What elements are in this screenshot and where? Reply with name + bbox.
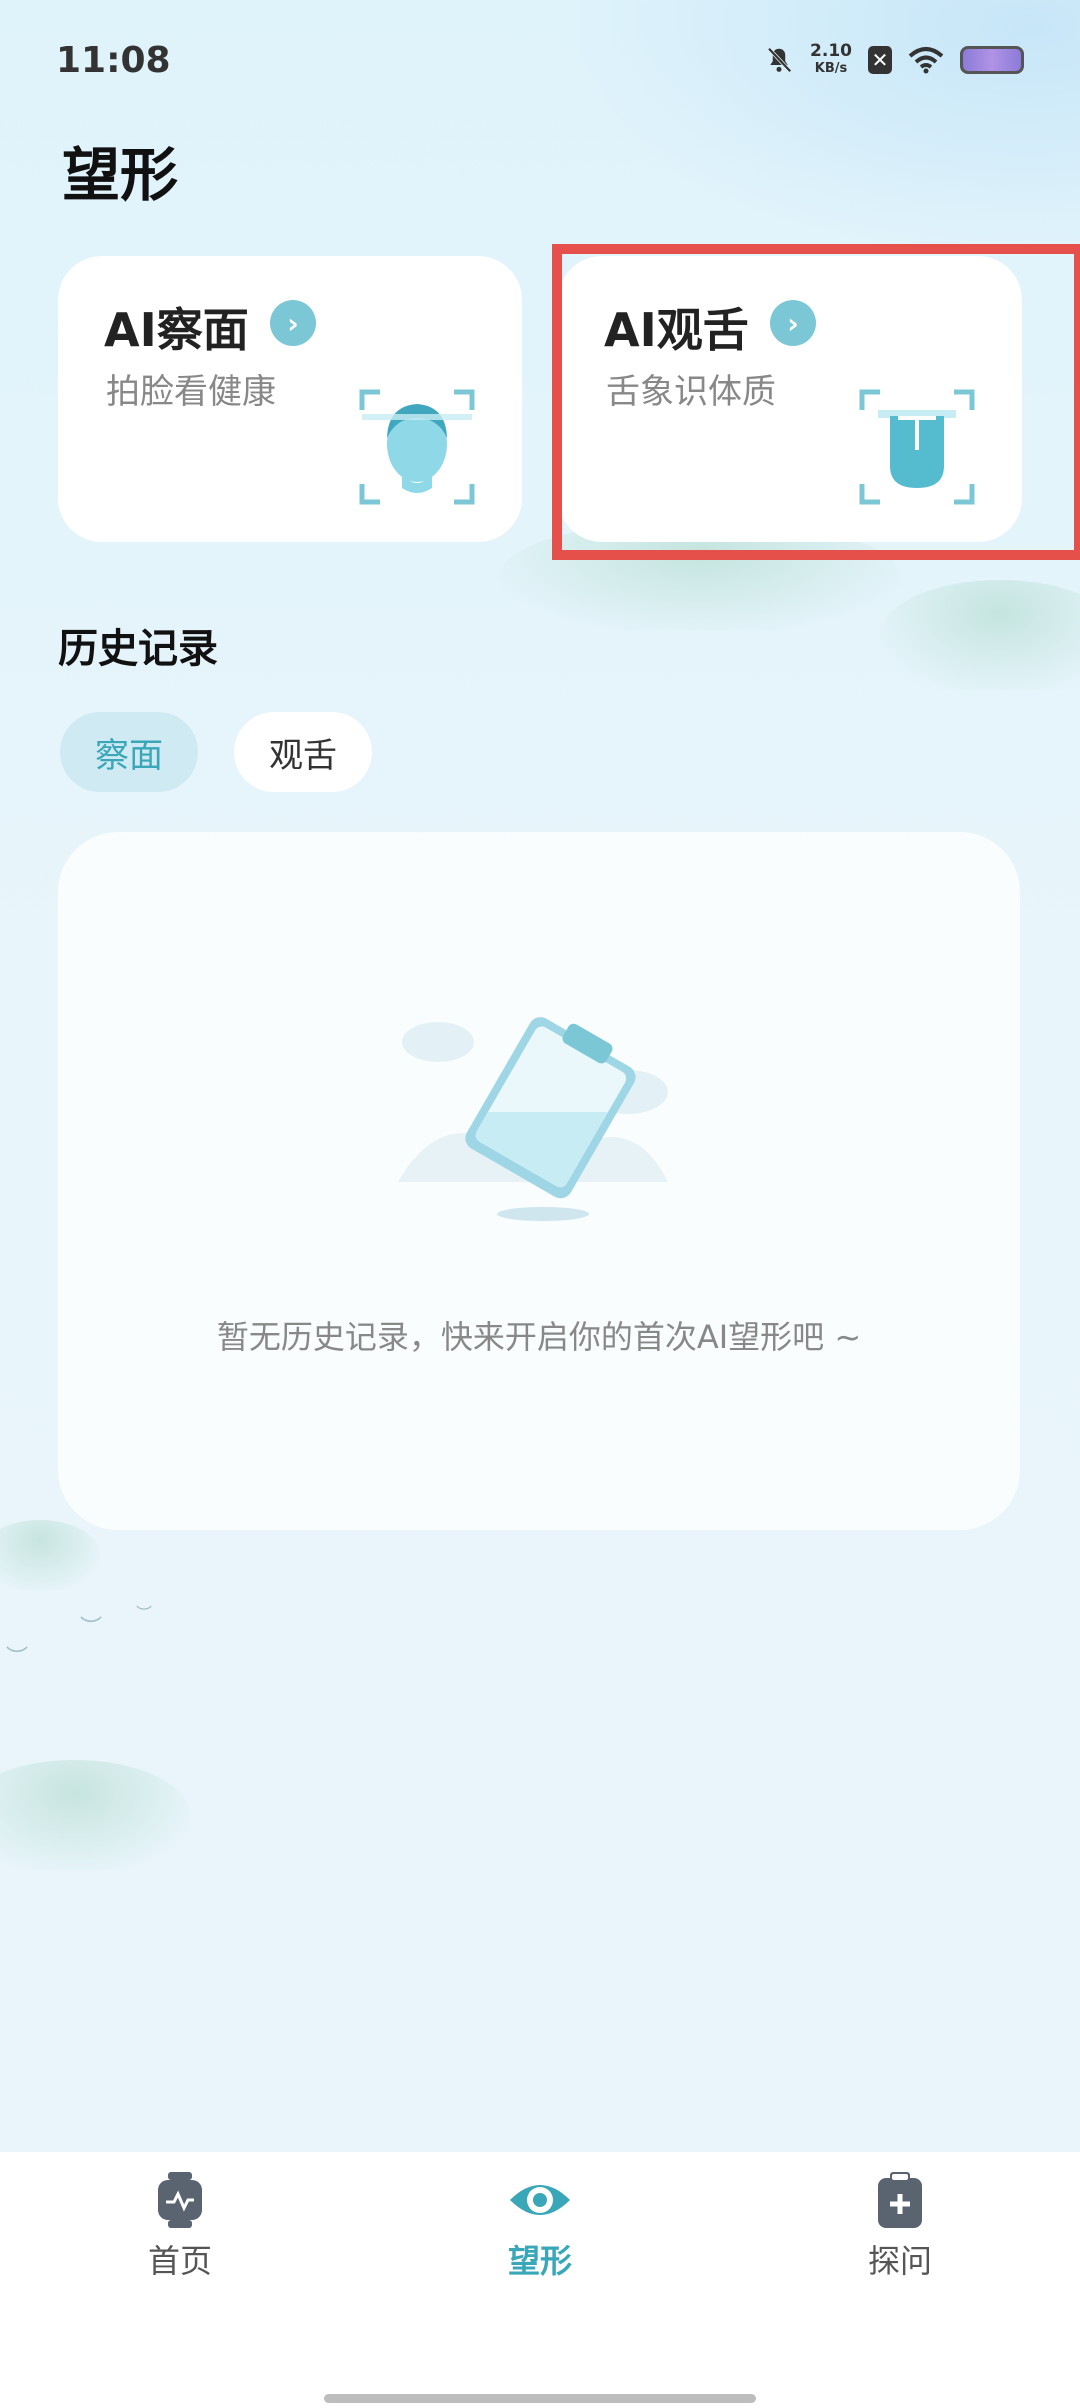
background-hill (0, 1520, 100, 1590)
page-title: 望形 (62, 141, 179, 209)
eye-icon (510, 2185, 570, 2215)
history-empty-card: 暂无历史记录，快来开启你的首次AI望形吧 ~ (58, 832, 1020, 1530)
network-speed: 2.10 KB/s (810, 42, 852, 78)
wifi-icon (908, 47, 944, 74)
network-speed-unit: KB/s (814, 61, 848, 76)
home-indicator[interactable] (324, 2394, 756, 2403)
bottom-tab-bar: 首页 望形 探问 (0, 2152, 1080, 2408)
tab-home[interactable]: 首页 (80, 2172, 280, 2292)
highlight-box (552, 244, 1080, 560)
chevron-right-icon: › (270, 300, 316, 346)
bird-decoration: ︶ (80, 1616, 103, 1641)
bird-decoration: ︶ (6, 1646, 29, 1671)
history-title: 历史记录 (58, 626, 218, 672)
status-time: 11:08 (56, 40, 171, 81)
tab-tanwen[interactable]: 探问 (800, 2172, 1000, 2292)
watch-icon (158, 2172, 202, 2228)
empty-history-text: 暂无历史记录，快来开启你的首次AI望形吧 ~ (216, 1318, 862, 1356)
ai-face-card[interactable]: AI察面 › 拍脸看健康 (58, 256, 522, 542)
ai-face-card-title: AI察面 (104, 303, 249, 357)
tab-tanwen-label: 探问 (867, 2242, 932, 2280)
ai-face-card-subtitle: 拍脸看健康 (106, 372, 276, 412)
status-bar: 11:08 2.10 KB/s ✕ (0, 0, 1080, 120)
status-icons: 2.10 KB/s ✕ (764, 42, 1024, 78)
battery-icon (960, 46, 1024, 74)
tab-wangxing-label: 望形 (507, 2242, 572, 2280)
tab-home-label: 首页 (147, 2242, 212, 2280)
tab-tongue-history[interactable]: 观舌 (234, 712, 372, 792)
bell-off-icon (767, 47, 792, 73)
background-hill (0, 1760, 190, 1870)
clipboard-empty-illustration (398, 1017, 668, 1221)
notification-x-icon: ✕ (868, 46, 892, 74)
face-scan-icon (359, 389, 475, 505)
tab-wangxing[interactable]: 望形 (440, 2172, 640, 2292)
tab-face-history[interactable]: 察面 (60, 712, 198, 792)
bird-decoration: ︶ (136, 1604, 153, 1623)
background-hill (880, 580, 1080, 690)
network-speed-value: 2.10 (810, 41, 852, 61)
clipboard-plus-icon (878, 2172, 922, 2228)
